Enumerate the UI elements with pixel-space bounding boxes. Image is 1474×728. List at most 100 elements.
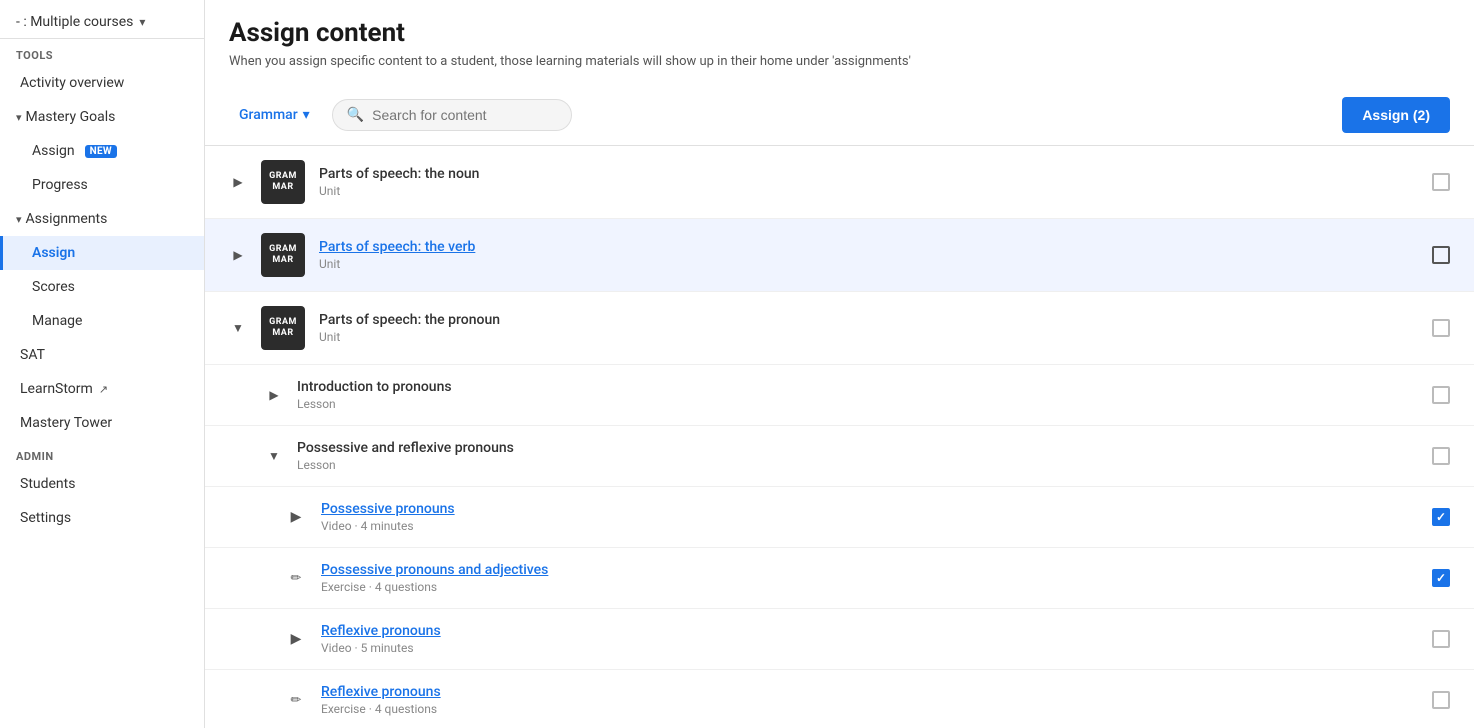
course-chevron-icon: ▾	[139, 15, 145, 29]
row-expander[interactable]: ▼	[265, 449, 283, 463]
row-expander[interactable]: ▶	[229, 248, 247, 262]
sidebar-item-progress[interactable]: Progress	[0, 168, 204, 202]
activity-overview-label: Activity overview	[20, 75, 124, 91]
content-info: Possessive and reflexive pronouns Lesson	[297, 440, 1418, 472]
table-row: ✏ Possessive pronouns and adjectives Exe…	[205, 548, 1474, 609]
row-checkbox[interactable]	[1432, 173, 1450, 191]
content-type: Video · 5 minutes	[321, 641, 1418, 655]
row-checkbox[interactable]	[1432, 246, 1450, 264]
content-title[interactable]: Reflexive pronouns	[321, 623, 1418, 639]
sat-label: SAT	[20, 347, 45, 363]
content-thumbnail: GRAMMAR	[261, 233, 305, 277]
content-type: Lesson	[297, 397, 1418, 411]
assign-label: Assign	[32, 245, 75, 261]
row-checkbox[interactable]	[1432, 630, 1450, 648]
sidebar: - : Multiple courses ▾ TOOLS Activity ov…	[0, 0, 205, 728]
row-expander[interactable]: ▶	[229, 175, 247, 189]
row-expander[interactable]: ▶	[265, 388, 283, 402]
row-checkbox[interactable]	[1432, 319, 1450, 337]
content-title[interactable]: Reflexive pronouns	[321, 684, 1418, 700]
assignments-label: Assignments	[26, 211, 108, 227]
search-box[interactable]: 🔍	[332, 99, 572, 131]
row-checkbox[interactable]	[1432, 447, 1450, 465]
content-title: Introduction to pronouns	[297, 379, 1418, 395]
search-input[interactable]	[372, 107, 557, 123]
assign-mastery-label: Assign	[32, 143, 75, 159]
sidebar-item-settings[interactable]: Settings	[0, 501, 204, 535]
admin-section-label: ADMIN	[0, 440, 204, 467]
content-info: Parts of speech: the pronoun Unit	[319, 312, 1418, 344]
course-selector-label: - : Multiple courses	[16, 14, 133, 30]
content-type: Lesson	[297, 458, 1418, 472]
content-type: Unit	[319, 184, 1418, 198]
page-subtitle: When you assign specific content to a st…	[229, 54, 1450, 69]
main-content: Assign content When you assign specific …	[205, 0, 1474, 728]
learnstorm-label: LearnStorm	[20, 381, 93, 397]
page-header: Assign content When you assign specific …	[205, 0, 1474, 85]
table-row: ▶ Reflexive pronouns Video · 5 minutes	[205, 609, 1474, 670]
content-title: Parts of speech: the noun	[319, 166, 1418, 182]
content-title: Possessive and reflexive pronouns	[297, 440, 1418, 456]
external-link-icon: ↗	[99, 383, 108, 396]
content-info: Introduction to pronouns Lesson	[297, 379, 1418, 411]
page-title: Assign content	[229, 18, 1450, 48]
content-type: Unit	[319, 330, 1418, 344]
mastery-tower-label: Mastery Tower	[20, 415, 112, 431]
table-row: ▼ GRAMMAR Parts of speech: the pronoun U…	[205, 292, 1474, 365]
table-row: ▶ GRAMMAR Parts of speech: the noun Unit	[205, 146, 1474, 219]
row-checkbox[interactable]	[1432, 691, 1450, 709]
sidebar-item-scores[interactable]: Scores	[0, 270, 204, 304]
sidebar-item-activity-overview[interactable]: Activity overview	[0, 66, 204, 100]
play-icon: ▶	[285, 628, 307, 650]
grammar-filter-label: Grammar	[239, 107, 298, 123]
pencil-icon: ✏	[285, 689, 307, 711]
mastery-goals-label: Mastery Goals	[26, 109, 116, 125]
settings-label: Settings	[20, 510, 71, 526]
row-checkbox[interactable]	[1432, 386, 1450, 404]
content-thumbnail: GRAMMAR	[261, 306, 305, 350]
row-checkbox[interactable]	[1432, 508, 1450, 526]
assign-button[interactable]: Assign (2)	[1342, 97, 1450, 133]
students-label: Students	[20, 476, 75, 492]
content-thumbnail: GRAMMAR	[261, 160, 305, 204]
table-row: ▶ Introduction to pronouns Lesson	[205, 365, 1474, 426]
sidebar-item-students[interactable]: Students	[0, 467, 204, 501]
scores-label: Scores	[32, 279, 75, 295]
content-list: ▶ GRAMMAR Parts of speech: the noun Unit…	[205, 146, 1474, 728]
table-row: ▶ GRAMMAR Parts of speech: the verb Unit	[205, 219, 1474, 292]
tools-section-label: TOOLS	[0, 39, 204, 66]
progress-label: Progress	[32, 177, 88, 193]
content-title[interactable]: Possessive pronouns and adjectives	[321, 562, 1418, 578]
sidebar-item-mastery-tower[interactable]: Mastery Tower	[0, 406, 204, 440]
sidebar-item-sat[interactable]: SAT	[0, 338, 204, 372]
table-row: ▶ Possessive pronouns Video · 4 minutes	[205, 487, 1474, 548]
sidebar-item-assign-mastery[interactable]: Assign NEW	[0, 134, 204, 168]
manage-label: Manage	[32, 313, 82, 329]
content-info: Reflexive pronouns Exercise · 4 question…	[321, 684, 1418, 716]
mastery-goals-chevron-icon: ▾	[16, 111, 22, 124]
content-info: Possessive pronouns Video · 4 minutes	[321, 501, 1418, 533]
content-type: Unit	[319, 257, 1418, 271]
content-title[interactable]: Parts of speech: the verb	[319, 239, 1418, 255]
toolbar: Grammar ▾ 🔍 Assign (2)	[205, 85, 1474, 146]
new-badge: NEW	[85, 145, 117, 158]
pencil-icon: ✏	[285, 567, 307, 589]
row-expander[interactable]: ▼	[229, 321, 247, 335]
sidebar-item-manage[interactable]: Manage	[0, 304, 204, 338]
content-type: Video · 4 minutes	[321, 519, 1418, 533]
course-selector[interactable]: - : Multiple courses ▾	[0, 0, 204, 39]
table-row: ✏ Reflexive pronouns Exercise · 4 questi…	[205, 670, 1474, 728]
content-title: Parts of speech: the pronoun	[319, 312, 1418, 328]
play-icon: ▶	[285, 506, 307, 528]
sidebar-item-assign[interactable]: Assign	[0, 236, 204, 270]
sidebar-group-assignments[interactable]: ▾ Assignments	[0, 202, 204, 236]
content-type: Exercise · 4 questions	[321, 702, 1418, 716]
content-title[interactable]: Possessive pronouns	[321, 501, 1418, 517]
sidebar-item-learnstorm[interactable]: LearnStorm ↗	[0, 372, 204, 406]
content-info: Parts of speech: the verb Unit	[319, 239, 1418, 271]
content-type: Exercise · 4 questions	[321, 580, 1418, 594]
sidebar-group-mastery-goals[interactable]: ▾ Mastery Goals	[0, 100, 204, 134]
search-icon: 🔍	[347, 107, 364, 123]
grammar-filter-dropdown[interactable]: Grammar ▾	[229, 101, 320, 129]
row-checkbox[interactable]	[1432, 569, 1450, 587]
